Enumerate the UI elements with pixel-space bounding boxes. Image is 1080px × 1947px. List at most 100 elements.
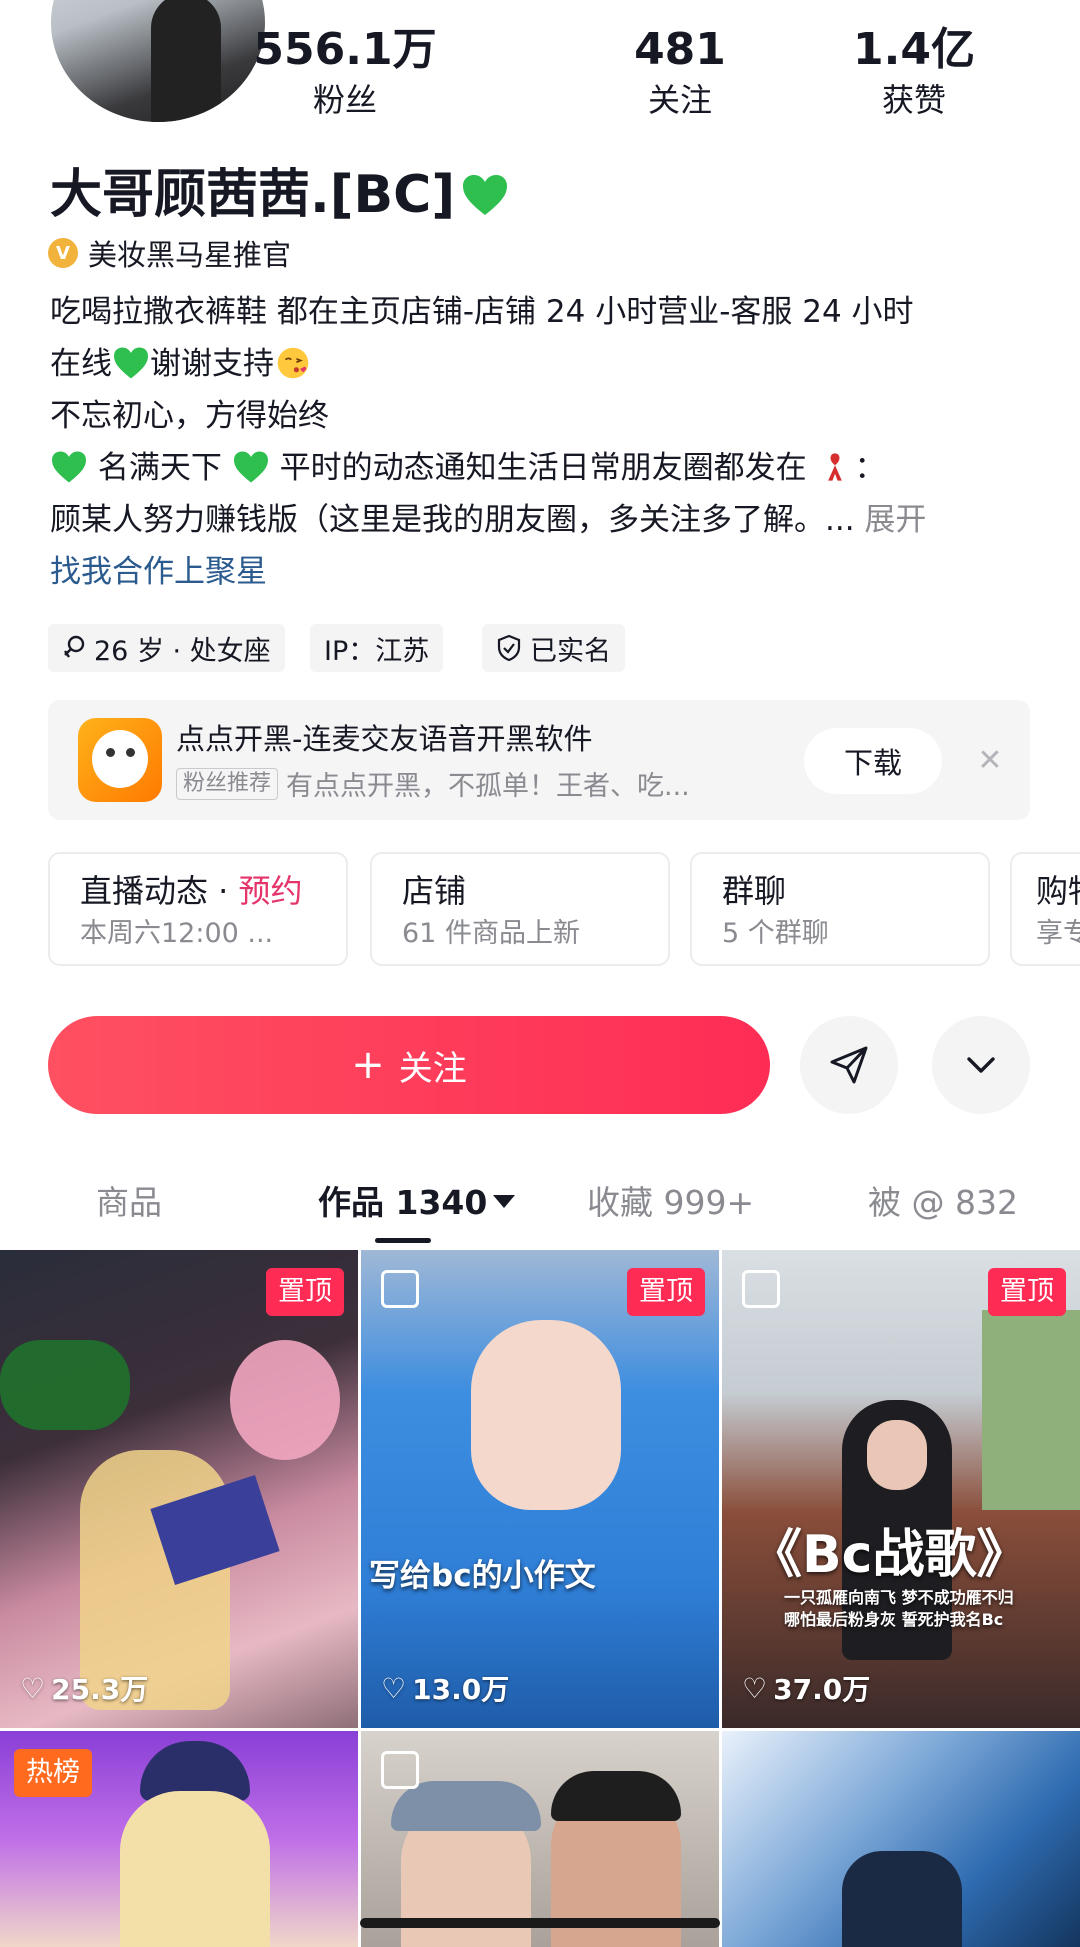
verification-row[interactable]: V 美妆黑马星推官: [48, 232, 291, 274]
avatar[interactable]: [48, 0, 268, 125]
bio-line-3: 不忘初心，方得始终: [50, 398, 329, 434]
like-count: ♡ 37.0万: [742, 1668, 870, 1708]
profile-name-text: 大哥顾茜茜.[BC]: [50, 165, 456, 225]
video-tile[interactable]: [361, 1731, 719, 1947]
card-live-title-text: 直播动态 ·: [80, 872, 239, 910]
green-heart-icon: [463, 175, 508, 215]
card-live[interactable]: 直播动态 · 预约 本周六12:00 ...: [48, 852, 348, 966]
card-shopping[interactable]: 购物 享专: [1010, 852, 1080, 966]
green-heart-icon: [114, 347, 148, 379]
video-caption: 写给bc的小作文: [369, 1558, 596, 1594]
like-count: ♡ 13.0万: [381, 1668, 509, 1708]
stat-following-label: 关注: [647, 81, 712, 119]
stat-following[interactable]: 481 关注: [580, 22, 780, 122]
card-group-chat[interactable]: 群聊 5 个群聊: [690, 852, 990, 966]
stat-followers-label: 粉丝: [312, 81, 377, 119]
ad-title: 点点开黑-连麦交友语音开黑软件: [176, 722, 593, 756]
like-count: ♡ 25.3万: [20, 1668, 148, 1708]
card-live-title: 直播动态 · 预约: [80, 868, 346, 914]
card-shopping-sub: 享专: [1036, 918, 1080, 949]
stat-likes[interactable]: 1.4亿 获赞: [814, 22, 1014, 122]
card-live-reserve: 预约: [238, 872, 303, 910]
tab-works[interactable]: 作品 1340: [318, 1176, 516, 1224]
bio-line-1: 吃喝拉撒衣裤鞋 都在主页店铺-店铺 24 小时营业-客服 24 小时: [50, 294, 914, 330]
heart-outline-icon: ♡: [742, 1671, 768, 1705]
stat-following-value: 481: [634, 24, 726, 75]
video-grid: 置顶 ♡ 25.3万 置顶 写给bc的小作文 ♡ 13.0万 置顶 《Bc战歌》 一…: [0, 1250, 1080, 1947]
follow-button[interactable]: + 关注: [48, 1016, 770, 1114]
heart-outline-icon: ♡: [381, 1671, 407, 1705]
verification-text: 美妆黑马星推官: [88, 238, 292, 272]
bio-line-4a: 名满天下: [97, 450, 222, 486]
stat-likes-label: 获赞: [881, 81, 946, 119]
send-icon: [830, 1046, 868, 1084]
fan-recommend-tag: 粉丝推荐: [176, 767, 279, 800]
tab-mentions[interactable]: 被 @ 832: [868, 1176, 1018, 1224]
bio-line-4b: 平时的动态通知生活日常朋友圈都发在: [279, 450, 807, 486]
card-live-sub: 本周六12:00 ...: [80, 918, 274, 949]
bio-line-5-text: 顾某人努力赚钱版（这里是我的朋友圈，多关注多了解。...: [50, 502, 855, 538]
ad-banner[interactable]: 点点开黑-连麦交友语音开黑软件 粉丝推荐 有点点开黑，不孤单！王者、吃... 下…: [48, 700, 1030, 820]
bio-line-4c: ：: [854, 450, 886, 486]
card-shopping-title: 购物: [1036, 872, 1080, 910]
download-button[interactable]: 下载: [804, 728, 942, 794]
tab-works-label: 作品 1340: [318, 1183, 488, 1222]
video-tile[interactable]: [722, 1731, 1080, 1947]
green-heart-icon: [233, 451, 268, 483]
bio-line-2b: 谢谢支持: [150, 346, 274, 382]
close-icon[interactable]: ✕: [970, 734, 1010, 786]
chevron-down-icon: [967, 1057, 995, 1073]
tab-indicator: [375, 1238, 431, 1243]
bio-expand-link[interactable]: 展开: [864, 502, 926, 538]
ad-description: 有点点开黑，不孤单！王者、吃...: [286, 771, 690, 802]
bio-cooperation-link[interactable]: 找我合作上聚星: [50, 546, 1035, 598]
share-button[interactable]: [800, 1016, 898, 1114]
caret-down-icon: [493, 1195, 516, 1208]
image-post-icon: [742, 1270, 780, 1308]
more-button[interactable]: [932, 1016, 1030, 1114]
video-tile[interactable]: 置顶 ♡ 25.3万: [0, 1250, 358, 1728]
tab-products[interactable]: 商品: [96, 1176, 162, 1224]
tag-ip-text: IP：江苏: [324, 635, 430, 667]
tag-ip: IP：江苏: [310, 624, 444, 672]
app-icon: [78, 718, 162, 802]
card-shop[interactable]: 店铺 61 件商品上新: [370, 852, 670, 966]
video-tile[interactable]: 置顶 《Bc战歌》 一只孤雁向南飞 梦不成功雁不归 哪怕最后粉身灰 誓死护我名B…: [722, 1250, 1080, 1728]
heart-outline-icon: ♡: [20, 1671, 46, 1705]
trending-badge: 热榜: [14, 1749, 92, 1797]
female-icon: [64, 635, 85, 658]
shield-check-icon: [497, 634, 521, 662]
verified-badge-icon: V: [48, 238, 78, 268]
like-count-value: 37.0万: [773, 1673, 871, 1706]
image-post-icon: [381, 1270, 419, 1308]
pinned-badge: 置顶: [627, 1268, 705, 1316]
tag-verified[interactable]: 已实名: [482, 624, 625, 672]
video-subcaption: 一只孤雁向南飞 梦不成功雁不归: [784, 1588, 1014, 1607]
bio-line-4: 名满天下 平时的动态通知生活日常朋友圈都发在 ：: [50, 442, 1035, 494]
bio-line-2: 在线 谢谢支持: [50, 338, 1035, 390]
image-post-icon: [381, 1751, 419, 1789]
video-tile[interactable]: 热榜: [0, 1731, 358, 1947]
card-shop-sub: 61 件商品上新: [402, 918, 580, 949]
video-tile[interactable]: 置顶 写给bc的小作文 ♡ 13.0万: [361, 1250, 719, 1728]
pinned-badge: 置顶: [266, 1268, 344, 1316]
kiss-emoji-icon: [277, 347, 309, 379]
home-indicator: [360, 1918, 720, 1928]
profile-name: 大哥顾茜茜.[BC]: [50, 160, 509, 230]
ad-subtitle: 粉丝推荐 有点点开黑，不孤单！王者、吃...: [176, 764, 690, 803]
plus-icon: +: [351, 1042, 385, 1088]
bio[interactable]: 吃喝拉撒衣裤鞋 都在主页店铺-店铺 24 小时营业-客服 24 小时 在线 谢谢支…: [50, 286, 1035, 598]
tab-favorites[interactable]: 收藏 999+: [587, 1176, 754, 1224]
stat-followers[interactable]: 556.1万 粉丝: [245, 22, 445, 122]
pinned-badge: 置顶: [988, 1268, 1066, 1316]
follow-label: 关注: [398, 1048, 467, 1089]
card-shop-title: 店铺: [402, 872, 467, 910]
card-group-chat-title: 群聊: [722, 872, 787, 910]
red-ribbon-icon: [828, 453, 843, 481]
stat-likes-value: 1.4亿: [853, 24, 975, 75]
stat-followers-value: 556.1万: [253, 24, 437, 75]
tag-age-text: 26 岁 · 处女座: [94, 635, 271, 667]
like-count-value: 25.3万: [51, 1673, 149, 1706]
bio-line-5: 顾某人努力赚钱版（这里是我的朋友圈，多关注多了解。... 展开: [50, 494, 1035, 546]
tag-verified-text: 已实名: [530, 635, 611, 667]
